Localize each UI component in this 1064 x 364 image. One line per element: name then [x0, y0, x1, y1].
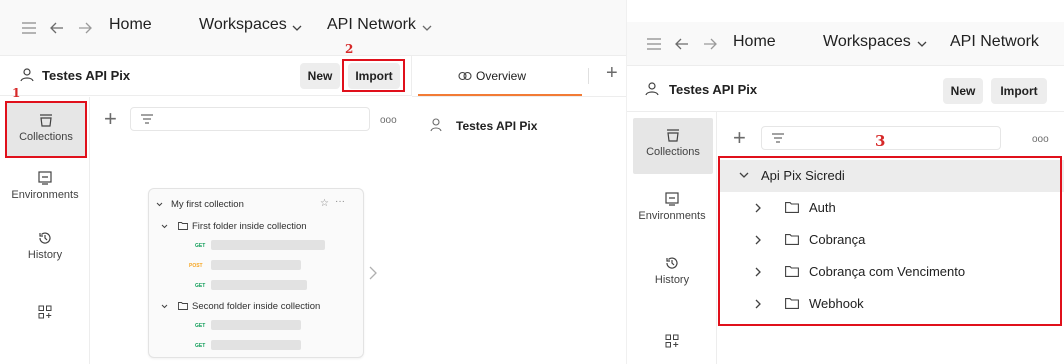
tab-divider: [588, 68, 589, 84]
sidebar-item-environments[interactable]: Environments: [0, 171, 90, 215]
folder-icon: [178, 222, 188, 230]
environments-icon: [38, 171, 52, 185]
overview-workspace-name: Testes API Pix: [456, 119, 538, 133]
new-tab-button[interactable]: +: [606, 62, 618, 85]
sidebar-item-history[interactable]: History: [627, 256, 717, 300]
illustration-folder-2: Second folder inside collection: [192, 301, 321, 312]
add-collection-button[interactable]: +: [733, 127, 746, 149]
chevron-right-icon[interactable]: [369, 266, 377, 280]
more-options-icon[interactable]: ooo: [1032, 134, 1049, 145]
nav-workspaces[interactable]: Workspaces: [199, 16, 287, 34]
annotation-box-import: [342, 59, 405, 92]
overview-icon: [458, 71, 472, 81]
add-collection-button[interactable]: +: [104, 108, 117, 130]
annotation-box-tree: [718, 156, 1062, 326]
top-navigation-bar: Home Workspaces API Network: [627, 22, 1064, 66]
new-button[interactable]: New: [300, 63, 340, 89]
forward-arrow-icon[interactable]: [703, 38, 717, 50]
illustration-collection: My first collection: [171, 199, 244, 210]
folder-icon: [178, 302, 188, 310]
workspace-name: Testes API Pix: [669, 82, 758, 97]
method-get: GET: [195, 343, 206, 349]
sidebar-item-label: Environments: [638, 210, 706, 222]
request-placeholder: [211, 340, 301, 350]
history-icon: [666, 257, 678, 269]
request-placeholder: [211, 320, 301, 330]
hamburger-menu-icon[interactable]: [22, 22, 36, 34]
annotation-box-collections: [5, 101, 87, 158]
method-post: POST: [189, 263, 203, 269]
nav-api-network[interactable]: API Network: [327, 16, 416, 34]
nav-home[interactable]: Home: [109, 16, 152, 34]
illustration-folder-1: First folder inside collection: [192, 221, 307, 232]
request-placeholder: [211, 240, 325, 250]
method-get: GET: [195, 283, 206, 289]
method-get: GET: [195, 323, 206, 329]
configure-workbench-icon[interactable]: [665, 334, 679, 348]
request-placeholder: [211, 280, 307, 290]
empty-state-illustration: My first collection ☆ ··· First folder i…: [148, 188, 364, 358]
environments-icon: [665, 192, 679, 206]
hamburger-menu-icon[interactable]: [647, 38, 661, 50]
nav-home[interactable]: Home: [733, 33, 776, 51]
sidebar-item-history[interactable]: History: [0, 231, 90, 275]
new-button[interactable]: New: [943, 78, 983, 104]
request-placeholder: [211, 260, 301, 270]
sidebar-item-label: Collections: [646, 146, 700, 158]
sidebar-rail: Collections Environments History: [627, 112, 717, 364]
history-icon: [39, 232, 51, 244]
back-arrow-icon[interactable]: [675, 38, 689, 50]
user-icon: [430, 118, 442, 132]
workspace-name: Testes API Pix: [42, 68, 131, 83]
sidebar-item-label: History: [27, 249, 63, 261]
sidebar-item-label: History: [654, 274, 690, 286]
user-icon: [20, 68, 34, 82]
import-button[interactable]: Import: [991, 78, 1047, 104]
filter-icon: [141, 114, 153, 124]
sidebar-item-environments[interactable]: Environments: [627, 192, 717, 236]
chevron-down-icon: [161, 304, 168, 309]
nav-api-network[interactable]: API Network: [950, 33, 1039, 51]
annotation-marker-3: 3: [875, 132, 886, 150]
sidebar-item-label: Environments: [11, 189, 79, 201]
user-icon: [645, 82, 659, 96]
more-options-icon[interactable]: ooo: [380, 115, 397, 126]
overview-pane: Overview + Testes API Pix: [412, 56, 626, 364]
chevron-down-icon: [917, 41, 927, 47]
left-screenshot: Home Workspaces API Network 2 Testes API…: [0, 0, 626, 364]
back-arrow-icon[interactable]: [50, 22, 64, 34]
chevron-down-icon: [156, 202, 163, 207]
collections-icon: [667, 129, 679, 142]
search-input[interactable]: [130, 107, 370, 131]
nav-workspaces[interactable]: Workspaces: [823, 33, 911, 51]
star-icon: ☆: [320, 198, 329, 209]
chevron-down-icon: [292, 25, 302, 31]
forward-arrow-icon[interactable]: [78, 22, 92, 34]
tabs-divider: [412, 96, 626, 97]
workspace-header: Testes API Pix New Import: [627, 66, 1064, 112]
method-get: GET: [195, 243, 206, 249]
tab-overview-label: Overview: [476, 69, 527, 83]
sidebar-item-collections[interactable]: Collections: [633, 118, 713, 174]
top-navigation-bar: Home Workspaces API Network: [0, 0, 626, 56]
chevron-down-icon: [161, 224, 168, 229]
configure-workbench-icon[interactable]: [38, 305, 52, 319]
tab-overview[interactable]: Overview: [418, 56, 582, 96]
filter-icon: [772, 133, 784, 143]
annotation-marker-2: 2: [345, 42, 354, 56]
more-icon: ···: [335, 196, 345, 207]
right-screenshot: Home Workspaces API Network Testes API P…: [626, 0, 1064, 364]
chevron-down-icon: [422, 25, 432, 31]
